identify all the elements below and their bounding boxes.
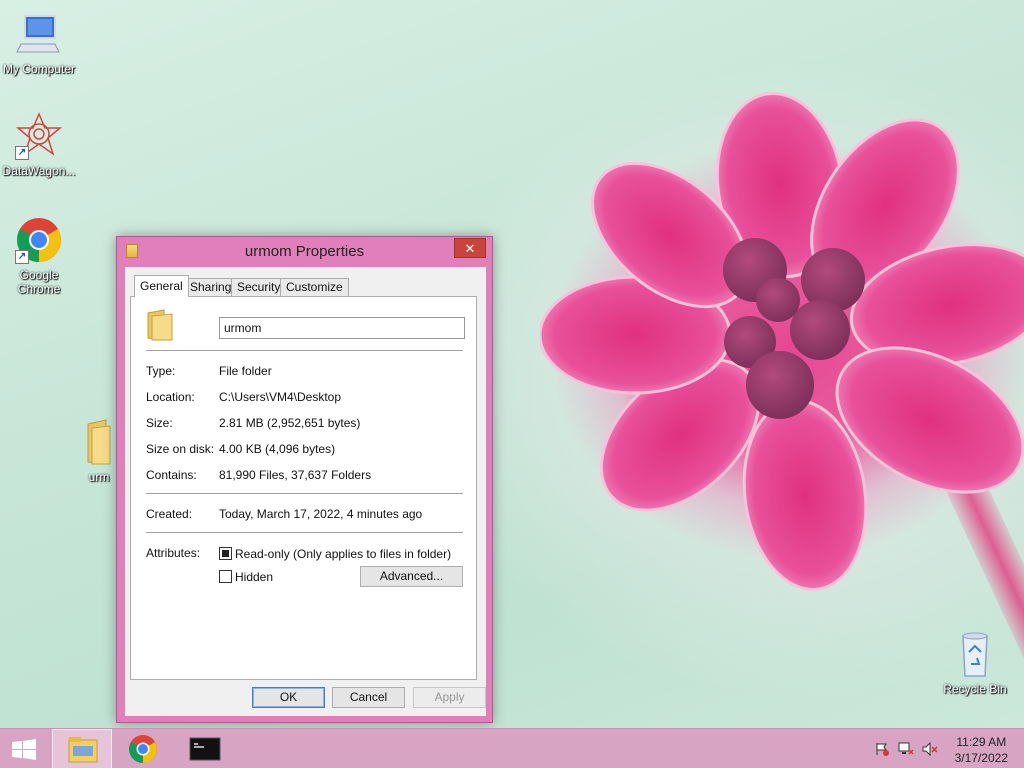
contains-value: 81,990 Files, 37,637 Folders	[219, 468, 372, 482]
tab-customize[interactable]: Customize	[280, 278, 349, 296]
attributes-label: Attributes:	[146, 546, 201, 560]
desktop-icon-label: Google Chrome	[17, 268, 61, 296]
command-prompt-icon	[189, 737, 221, 761]
created-label: Created:	[146, 507, 193, 521]
divider	[146, 532, 463, 533]
size-label: Size:	[146, 416, 173, 430]
location-value: C:\Users\VM4\Desktop	[219, 390, 342, 404]
chrome-icon: ↗	[15, 216, 63, 264]
ok-button[interactable]: OK	[252, 687, 325, 708]
folder-icon	[146, 309, 174, 341]
volume-muted-icon[interactable]	[922, 741, 938, 757]
desktop-icon-label: Recycle Bin	[943, 682, 1007, 696]
location-label: Location:	[146, 390, 195, 404]
readonly-label: Read-only (Only applies to files in fold…	[235, 547, 452, 561]
taskbar: 11:29 AM 3/17/2022	[0, 728, 1024, 768]
datawagon-icon: ↗	[15, 112, 63, 160]
advanced-button[interactable]: Advanced...	[360, 566, 463, 587]
close-button[interactable]: ✕	[454, 238, 486, 258]
divider	[146, 350, 463, 351]
wallpaper-flower	[540, 91, 1024, 591]
recycle-bin-icon	[951, 630, 999, 678]
file-explorer-icon	[68, 737, 98, 763]
properties-dialog: urmom Properties ✕ General Sharing Secur…	[116, 236, 493, 723]
size-on-disk-value: 4.00 KB (4,096 bytes)	[219, 442, 336, 456]
created-value: Today, March 17, 2022, 4 minutes ago	[219, 507, 423, 521]
shortcut-arrow-icon: ↗	[15, 250, 29, 264]
desktop-icon-google-chrome[interactable]: ↗ Google Chrome	[0, 216, 78, 296]
size-on-disk-label: Size on disk:	[146, 442, 215, 456]
readonly-checkbox[interactable]	[219, 547, 232, 560]
folder-name-input[interactable]	[219, 317, 465, 339]
desktop-icon-label: DataWagon...	[2, 164, 76, 178]
general-tab-panel: Type: File folder Location: C:\Users\VM4…	[130, 296, 477, 680]
clock-time: 11:29 AM	[956, 735, 1007, 749]
desktop-icon-label: My Computer	[2, 62, 76, 76]
cancel-button[interactable]: Cancel	[332, 687, 405, 708]
type-label: Type:	[146, 364, 176, 378]
tab-general[interactable]: General	[134, 275, 189, 297]
hidden-label: Hidden	[235, 570, 274, 584]
network-icon[interactable]	[898, 742, 914, 756]
chrome-icon	[129, 735, 157, 763]
windows-logo-icon	[12, 739, 36, 760]
clock-date: 3/17/2022	[954, 751, 1008, 765]
desktop-icon-label: urm	[88, 470, 110, 484]
desktop-icon-datawagon[interactable]: ↗ DataWagon...	[0, 112, 78, 178]
shortcut-arrow-icon: ↗	[15, 146, 29, 160]
contains-label: Contains:	[146, 468, 197, 482]
start-button[interactable]	[8, 738, 40, 762]
taskbar-file-explorer[interactable]	[52, 729, 112, 768]
dialog-titlebar[interactable]: urmom Properties ✕	[117, 237, 492, 267]
size-value: 2.81 MB (2,952,651 bytes)	[219, 416, 361, 430]
divider	[146, 493, 463, 494]
tab-security[interactable]: Security	[231, 278, 287, 296]
desktop-icon-recycle-bin[interactable]: Recycle Bin	[936, 630, 1014, 696]
taskbar-clock[interactable]: 11:29 AM 3/17/2022	[955, 734, 1008, 766]
apply-button[interactable]: Apply	[413, 687, 486, 708]
hidden-checkbox[interactable]	[219, 570, 232, 583]
folder-icon	[84, 418, 114, 466]
computer-icon	[15, 10, 63, 58]
type-value: File folder	[219, 364, 272, 378]
dialog-body: General Sharing Security Customize Type:…	[125, 267, 486, 716]
tab-sharing[interactable]: Sharing	[184, 278, 238, 296]
taskbar-command-prompt[interactable]	[175, 729, 235, 768]
desktop-icon-my-computer[interactable]: My Computer	[0, 10, 78, 76]
action-center-flag-icon[interactable]	[874, 742, 890, 756]
taskbar-chrome[interactable]	[113, 729, 173, 768]
dialog-title: urmom Properties	[244, 243, 365, 260]
